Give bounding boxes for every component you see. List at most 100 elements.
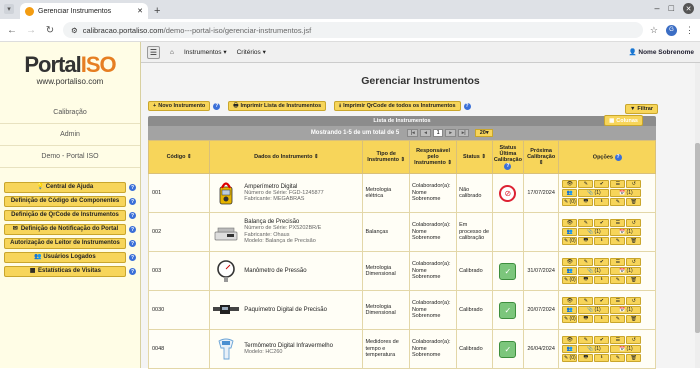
calendar-icon[interactable]: 📅 (1) — [610, 306, 642, 314]
prev-page-button[interactable]: ◂ — [420, 129, 432, 137]
download-icon[interactable]: ⭳ — [594, 354, 610, 362]
browser-tab[interactable]: Gerenciar Instrumentos ✕ — [20, 3, 148, 19]
sidebar-button[interactable]: Definição de QrCode de Instrumentos — [4, 210, 126, 221]
print-icon[interactable]: 🖶 — [578, 198, 594, 206]
next-page-button[interactable]: ▸ — [445, 129, 457, 137]
list-icon[interactable]: ☰ — [610, 336, 626, 344]
columns-button[interactable]: ▦ Colunas — [604, 115, 643, 126]
calendar-icon[interactable]: 📅 (1) — [610, 345, 642, 353]
view-icon[interactable]: 👁 — [562, 297, 578, 305]
col-proxima-calibracao[interactable]: Próxima Calibração ⇕ — [522, 140, 560, 174]
view-icon[interactable]: 👁 — [562, 180, 578, 188]
instrument-thumbnail[interactable] — [212, 180, 240, 206]
attach-icon[interactable]: 📎 (1) — [578, 306, 610, 314]
home-icon[interactable]: ⌂ — [170, 49, 174, 56]
edit-count-icon[interactable]: ✎ (0) — [562, 276, 578, 284]
page-scrollbar[interactable] — [695, 63, 700, 368]
approve-icon[interactable]: ✔ — [594, 297, 610, 305]
users-icon[interactable]: 👥 — [562, 345, 578, 353]
help-icon[interactable]: ? — [129, 254, 136, 261]
scrollbar-thumb[interactable] — [695, 143, 700, 333]
edit-icon[interactable]: ✎ — [578, 336, 594, 344]
new-tab-button[interactable]: + — [154, 5, 160, 17]
instrument-thumbnail[interactable] — [212, 297, 240, 323]
sidebar-button[interactable]: Definição de Código de Componentes — [4, 196, 126, 207]
download-icon[interactable]: ⭳ — [594, 237, 610, 245]
note-icon[interactable]: ✎ — [610, 198, 626, 206]
nav-menu-instrumentos[interactable]: Instrumentos ▾ — [184, 48, 227, 56]
first-page-button[interactable]: |◂ — [407, 129, 419, 137]
nav-menu-criterios[interactable]: Critérios ▾ — [237, 48, 266, 56]
help-icon[interactable]: ? — [504, 162, 512, 170]
table-row[interactable]: 001 Amperímetro Digital Número de Série: F… — [147, 173, 656, 213]
sidebar-button[interactable]: Autorização de Leitor de Instrumentos — [4, 238, 126, 249]
col-status[interactable]: Status ⇕ — [456, 140, 493, 174]
note-icon[interactable]: ✎ — [610, 315, 626, 323]
attach-icon[interactable]: 📎 (1) — [578, 189, 610, 197]
delete-icon[interactable]: 🗑 — [626, 276, 642, 284]
site-info-icon[interactable]: ⚙ — [71, 26, 78, 35]
view-icon[interactable]: 👁 — [562, 336, 578, 344]
forward-icon[interactable]: → — [25, 25, 37, 36]
help-icon[interactable]: ? — [129, 268, 136, 275]
print-icon[interactable]: 🖶 — [578, 315, 594, 323]
edit-icon[interactable]: ✎ — [578, 180, 594, 188]
calendar-icon[interactable]: 📅 (1) — [610, 267, 642, 275]
col-ultima-calibracao[interactable]: Status Última Calibração ? — [491, 140, 524, 174]
help-icon[interactable]: ? — [614, 153, 622, 161]
approve-icon[interactable]: ✔ — [594, 336, 610, 344]
table-row[interactable]: 003 Manômetro de Pressão Metrologia Dimens… — [147, 251, 656, 291]
table-row[interactable]: 0048 Termômetro Digital Infravermelho Mode… — [147, 329, 656, 369]
browser-menu-icon[interactable]: ⋮ — [685, 25, 694, 36]
tab-close-icon[interactable]: ✕ — [137, 7, 143, 15]
attach-icon[interactable]: 📎 (1) — [578, 228, 610, 236]
sidebar-section-admin[interactable]: Admin — [0, 124, 140, 146]
delete-icon[interactable]: 🗑 — [626, 315, 642, 323]
print-icon[interactable]: 🖶 — [578, 237, 594, 245]
user-menu[interactable]: 👤 Nome Sobrenome — [628, 48, 694, 56]
print-list-button[interactable]: 🖶 Imprimir Lista de Instrumentos — [228, 101, 327, 111]
profile-avatar[interactable]: G — [666, 24, 677, 36]
sidebar-button[interactable]: 👥 Usuários Logados — [4, 252, 126, 263]
edit-icon[interactable]: ✎ — [578, 258, 594, 266]
table-row[interactable]: 002 Balança de Precisão Número de Série: P… — [147, 212, 656, 252]
history-icon[interactable]: ↺ — [626, 180, 642, 188]
instrument-name[interactable]: Paquímetro Digital de Precisão — [244, 307, 327, 313]
approve-icon[interactable]: ✔ — [594, 219, 610, 227]
view-icon[interactable]: 👁 — [562, 219, 578, 227]
approve-icon[interactable]: ✔ — [594, 258, 610, 266]
sidebar-button[interactable]: 💡 Central de Ajuda — [4, 182, 126, 193]
sidebar-button[interactable]: ▦ Estatísticas de Visitas — [4, 266, 126, 277]
filter-button[interactable]: ▼ Filtrar — [624, 104, 658, 114]
print-icon[interactable]: 🖶 — [578, 276, 594, 284]
back-icon[interactable]: ← — [6, 25, 18, 36]
history-icon[interactable]: ↺ — [626, 219, 642, 227]
print-icon[interactable]: 🖶 — [578, 354, 594, 362]
print-qrcode-button[interactable]: ⭳ Imprimir QrCode de todos os Instrumento… — [334, 101, 461, 111]
bookmark-star-icon[interactable]: ☆ — [650, 25, 658, 36]
instrument-name[interactable]: Termômetro Digital Infravermelho — [244, 343, 333, 349]
tab-search-icon[interactable]: ▾ — [4, 4, 14, 14]
help-icon[interactable]: ? — [463, 102, 471, 110]
attach-icon[interactable]: 📎 (1) — [578, 345, 610, 353]
note-icon[interactable]: ✎ — [610, 276, 626, 284]
rows-per-page-select[interactable]: 20 ▾ — [475, 129, 494, 137]
instrument-thumbnail[interactable] — [212, 336, 240, 362]
sidebar-button[interactable]: ✉ Definição de Notificação do Portal — [4, 224, 126, 235]
help-icon[interactable]: ? — [213, 102, 221, 110]
help-icon[interactable]: ? — [129, 226, 136, 233]
help-icon[interactable]: ? — [129, 184, 136, 191]
users-icon[interactable]: 👥 — [562, 189, 578, 197]
calendar-icon[interactable]: 📅 (1) — [610, 228, 642, 236]
help-icon[interactable]: ? — [129, 212, 136, 219]
edit-count-icon[interactable]: ✎ (0) — [562, 237, 578, 245]
note-icon[interactable]: ✎ — [610, 354, 626, 362]
reload-icon[interactable]: ↻ — [44, 25, 56, 36]
approve-icon[interactable]: ✔ — [594, 180, 610, 188]
portaliso-logo[interactable]: PortalISO www.portaliso.com — [0, 50, 140, 90]
users-icon[interactable]: 👥 — [562, 306, 578, 314]
edit-icon[interactable]: ✎ — [578, 297, 594, 305]
list-icon[interactable]: ☰ — [610, 297, 626, 305]
minimize-icon[interactable]: – — [655, 3, 660, 14]
edit-count-icon[interactable]: ✎ (0) — [562, 354, 578, 362]
